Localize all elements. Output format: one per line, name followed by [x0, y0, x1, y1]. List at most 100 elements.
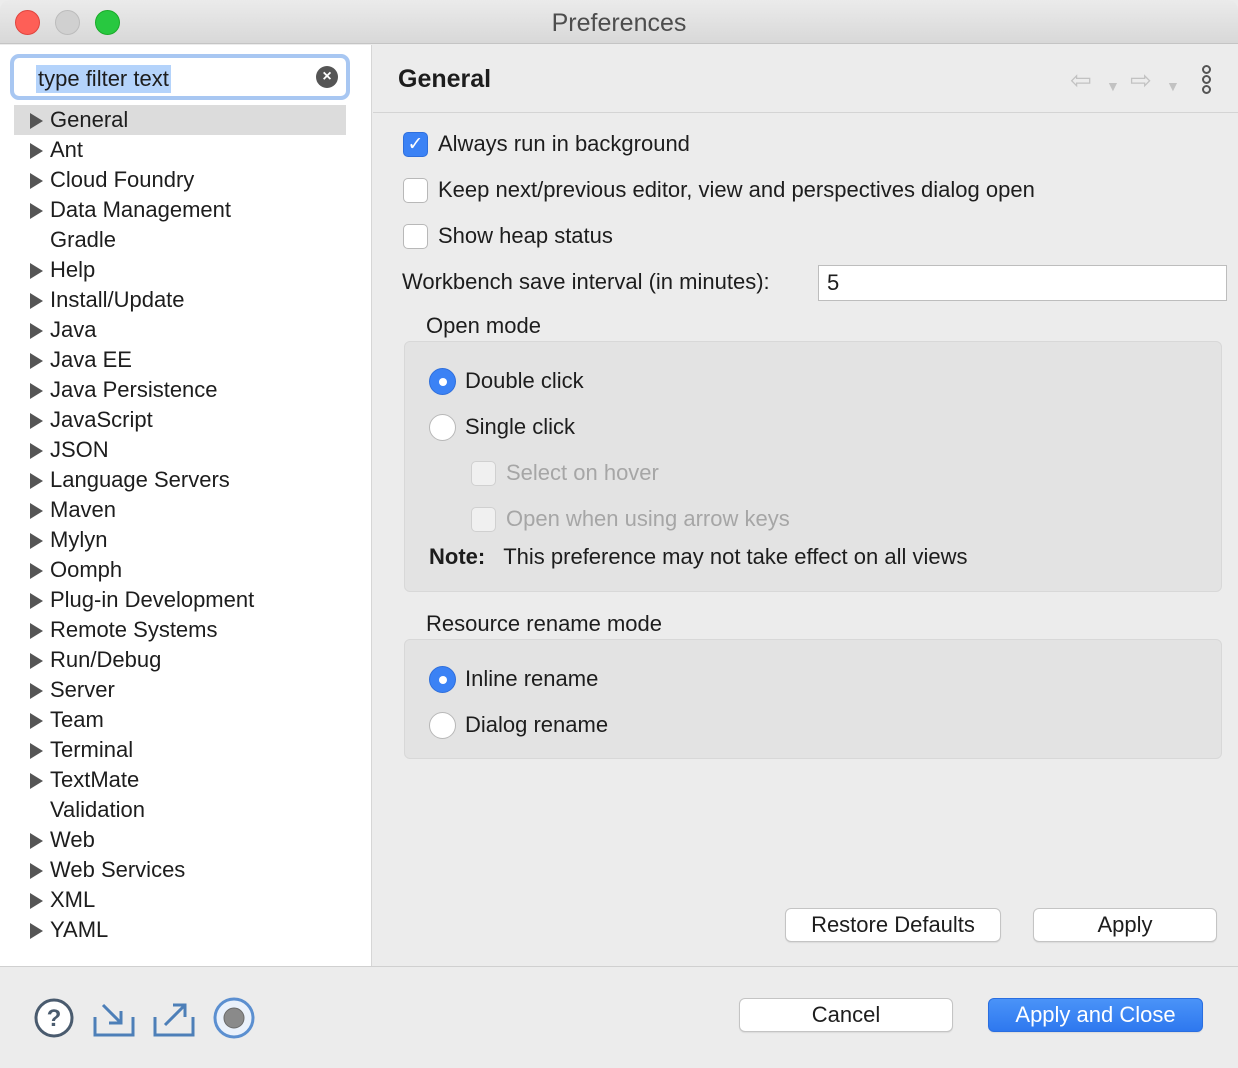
tree-item-remote-systems[interactable]: Remote Systems [14, 615, 346, 645]
tree-item-help[interactable]: Help [14, 255, 346, 285]
tree-item-mylyn[interactable]: Mylyn [14, 525, 346, 555]
forward-dropdown-icon[interactable]: ▼ [1166, 73, 1180, 99]
expand-arrow-icon[interactable] [30, 503, 43, 519]
tree-item-plug-in-development[interactable]: Plug-in Development [14, 585, 346, 615]
forward-arrow-icon[interactable]: ⇨ [1130, 67, 1152, 93]
expand-arrow-icon[interactable] [30, 923, 43, 939]
expand-arrow-icon[interactable] [30, 473, 43, 489]
tree-item-yaml[interactable]: YAML [14, 915, 346, 945]
tree-item-oomph[interactable]: Oomph [14, 555, 346, 585]
tree-item-label: Web Services [50, 857, 186, 882]
expand-arrow-icon[interactable] [30, 533, 43, 549]
tree-item-textmate[interactable]: TextMate [14, 765, 346, 795]
tree-item-java-ee[interactable]: Java EE [14, 345, 346, 375]
expand-arrow-icon[interactable] [30, 353, 43, 369]
tree-item-label: JavaScript [50, 407, 153, 432]
expand-arrow-icon[interactable] [30, 623, 43, 639]
expand-arrow-icon[interactable] [30, 293, 43, 309]
expand-arrow-icon[interactable] [30, 143, 43, 159]
tree-item-label: Java [50, 317, 97, 342]
export-icon[interactable] [151, 997, 197, 1039]
always-run-label: Always run in background [438, 131, 690, 156]
expand-arrow-icon[interactable] [30, 593, 43, 609]
tree-item-xml[interactable]: XML [14, 885, 346, 915]
tree-item-label: Install/Update [50, 287, 185, 312]
tree-item-java-persistence[interactable]: Java Persistence [14, 375, 346, 405]
tree-item-server[interactable]: Server [14, 675, 346, 705]
tree-item-web-services[interactable]: Web Services [14, 855, 346, 885]
single-click-radio[interactable] [429, 414, 456, 441]
restore-defaults-button[interactable]: Restore Defaults [785, 908, 1001, 942]
tree-item-java[interactable]: Java [14, 315, 346, 345]
tree-item-label: General [50, 107, 129, 132]
filter-field-wrapper: type filter text × [10, 54, 350, 100]
expand-arrow-icon[interactable] [30, 413, 43, 429]
tree-item-label: Terminal [50, 737, 134, 762]
back-arrow-icon[interactable]: ⇦ [1070, 67, 1092, 93]
tree-item-data-management[interactable]: Data Management [14, 195, 346, 225]
expand-arrow-icon[interactable] [30, 323, 43, 339]
dialog-rename-radio[interactable] [429, 712, 456, 739]
back-dropdown-icon[interactable]: ▼ [1106, 73, 1120, 99]
clear-circle-icon[interactable]: × [316, 66, 338, 88]
tree-item-team[interactable]: Team [14, 705, 346, 735]
tree-item-label: Web [50, 827, 95, 852]
expand-arrow-icon[interactable] [30, 653, 43, 669]
expand-arrow-icon[interactable] [30, 113, 43, 129]
tree-item-cloud-foundry[interactable]: Cloud Foundry [14, 165, 346, 195]
keep-dialog-label: Keep next/previous editor, view and pers… [438, 177, 1035, 202]
tree-item-general[interactable]: General [14, 105, 346, 135]
expand-arrow-icon[interactable] [30, 893, 43, 909]
title-bar[interactable]: Preferences [0, 0, 1238, 44]
select-hover-checkbox [471, 461, 496, 486]
expand-arrow-icon[interactable] [30, 263, 43, 279]
tree-item-label: Remote Systems [50, 617, 218, 642]
preference-tree: General Ant Cloud Foundry Data Management Gr… [14, 105, 346, 945]
expand-arrow-icon[interactable] [30, 713, 43, 729]
tree-item-install-update[interactable]: Install/Update [14, 285, 346, 315]
always-run-checkbox[interactable]: ✓ [403, 132, 428, 157]
tree-item-web[interactable]: Web [14, 825, 346, 855]
tree-item-language-servers[interactable]: Language Servers [14, 465, 346, 495]
expand-arrow-icon[interactable] [30, 833, 43, 849]
import-icon[interactable] [91, 997, 137, 1039]
single-click-label: Single click [465, 414, 576, 439]
apply-button[interactable]: Apply [1033, 908, 1217, 942]
preference-page: General ⇦ ▼ ⇨ ▼ ✓ Always run in backgrou… [373, 45, 1238, 966]
expand-arrow-icon[interactable] [30, 743, 43, 759]
preference-tree-pane: type filter text × General Ant Cloud Found… [0, 45, 372, 966]
tree-item-terminal[interactable]: Terminal [14, 735, 346, 765]
tree-item-gradle[interactable]: Gradle [14, 225, 346, 255]
show-heap-checkbox[interactable] [403, 224, 428, 249]
expand-arrow-icon[interactable] [30, 773, 43, 789]
expand-arrow-icon[interactable] [30, 173, 43, 189]
tree-item-label: YAML [50, 917, 109, 942]
tree-item-label: Server [50, 677, 115, 702]
expand-arrow-icon[interactable] [30, 383, 43, 399]
tree-item-validation[interactable]: Validation [14, 795, 346, 825]
open-arrow-label: Open when using arrow keys [506, 506, 790, 531]
tree-item-label: Ant [50, 137, 84, 162]
inline-rename-radio[interactable] [429, 666, 456, 693]
keep-dialog-checkbox[interactable] [403, 178, 428, 203]
expand-arrow-icon[interactable] [30, 683, 43, 699]
tree-item-maven[interactable]: Maven [14, 495, 346, 525]
tree-item-javascript[interactable]: JavaScript [14, 405, 346, 435]
tree-item-label: Plug-in Development [50, 587, 255, 612]
oomph-record-icon[interactable] [212, 997, 256, 1039]
expand-arrow-icon[interactable] [30, 443, 43, 459]
expand-arrow-icon[interactable] [30, 863, 43, 879]
save-interval-input[interactable] [818, 265, 1227, 301]
filter-input[interactable] [18, 62, 310, 92]
double-click-radio[interactable] [429, 368, 456, 395]
expand-arrow-icon[interactable] [30, 203, 43, 219]
tree-item-run-debug[interactable]: Run/Debug [14, 645, 346, 675]
tree-item-ant[interactable]: Ant [14, 135, 346, 165]
apply-and-close-button[interactable]: Apply and Close [988, 998, 1203, 1032]
tree-item-json[interactable]: JSON [14, 435, 346, 465]
expand-arrow-icon[interactable] [30, 563, 43, 579]
tree-item-label: Team [50, 707, 104, 732]
help-icon[interactable]: ? [33, 997, 75, 1039]
more-menu-icon[interactable] [1199, 65, 1213, 97]
cancel-button[interactable]: Cancel [739, 998, 953, 1032]
